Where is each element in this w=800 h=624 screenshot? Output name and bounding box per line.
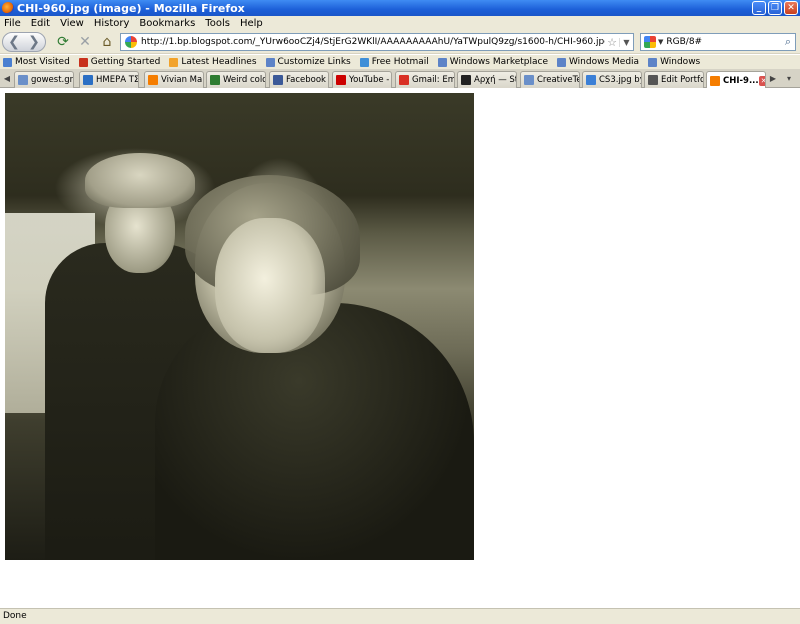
navigation-toolbar: ❮ ❯ ⟳ ✕ ⌂ http://1.bp.blogspot.com/_YUrw… [0, 30, 800, 54]
close-button[interactable]: ✕ [784, 1, 798, 15]
engine-dropdown-icon[interactable]: ▼ [658, 38, 663, 46]
bookmark-star-icon[interactable]: ☆ [605, 36, 619, 49]
tab-favicon-icon [710, 75, 720, 86]
tab-favicon-icon [461, 75, 471, 85]
back-forward-button[interactable]: ❮ ❯ [2, 32, 46, 52]
reload-icon[interactable]: ⟳ [54, 32, 72, 52]
search-icon[interactable]: ⌕ [781, 35, 795, 49]
bookmark-folder-icon [3, 57, 12, 67]
window-title: CHI-960.jpg (image) - Mozilla Firefox [17, 1, 245, 15]
bookmark-free-hotmail[interactable]: Free Hotmail [357, 57, 429, 67]
minimize-button[interactable]: _ [752, 1, 766, 15]
bookmark-most-visited[interactable]: Most Visited [0, 57, 70, 67]
tab-hmera[interactable]: ΗΜΕΡΑ ΤΣΗ ... [79, 71, 139, 88]
tab-favicon-icon [524, 75, 534, 85]
home-icon[interactable]: ⌂ [98, 32, 116, 52]
blogger-icon [148, 75, 158, 85]
tab-scroll-left-icon[interactable]: ◀ [2, 72, 12, 85]
bookmark-page-icon [265, 57, 275, 67]
tab-favicon-icon [83, 75, 93, 85]
menu-help[interactable]: Help [240, 18, 263, 29]
search-input[interactable]: RGB/8# [666, 37, 781, 47]
menu-edit[interactable]: Edit [31, 18, 50, 29]
tab-chi-960[interactable]: CHI-9...✕ [706, 71, 766, 89]
tab-favicon-icon [586, 75, 596, 85]
back-arrow-icon[interactable]: ❮ [4, 34, 24, 50]
menu-bookmarks[interactable]: Bookmarks [139, 18, 195, 29]
address-bar[interactable]: http://1.bp.blogspot.com/_YUrw6ooCZj4/St… [120, 33, 634, 51]
rss-icon [169, 57, 179, 67]
tab-youtube[interactable]: YouTube - U... [332, 71, 392, 88]
tab-gmail[interactable]: Gmail: Email ... [395, 71, 455, 88]
status-bar: Done [0, 608, 800, 624]
menu-history[interactable]: History [94, 18, 130, 29]
tab-gowest[interactable]: gowest.gr: ... [14, 71, 74, 88]
maximize-button[interactable]: ❐ [768, 1, 782, 15]
tab-favicon-icon [648, 75, 658, 85]
image-woman-face [215, 218, 325, 353]
bookmark-latest-headlines[interactable]: Latest Headlines [166, 57, 257, 67]
gmail-icon [399, 75, 409, 85]
search-bar[interactable]: ▼ RGB/8# ⌕ [640, 33, 796, 51]
image-woman-coat [155, 303, 474, 560]
forward-arrow-icon[interactable]: ❯ [24, 34, 44, 50]
tab-edit-portfolio[interactable]: Edit Portfoli... [644, 71, 704, 88]
tab-vivian-maier[interactable]: Vivian Maier... [144, 71, 204, 88]
tab-creativetec[interactable]: CreativeTec... [520, 71, 580, 88]
firefox-icon [2, 2, 14, 14]
tab-cs3[interactable]: CS3.jpg by i... [582, 71, 642, 88]
bookmark-getting-started[interactable]: Getting Started [76, 57, 160, 67]
tab-facebook[interactable]: Facebook | ... [269, 71, 329, 88]
tab-weird-colors[interactable]: Weird colors ... [206, 71, 266, 88]
tab-arxh[interactable]: Αρχή — Sto... [457, 71, 517, 88]
menu-bar: File Edit View History Bookmarks Tools H… [0, 16, 800, 30]
facebook-icon [273, 75, 283, 85]
window-controls: _ ❐ ✕ [752, 1, 798, 15]
title-bar: CHI-960.jpg (image) - Mozilla Firefox _ … [0, 0, 800, 16]
bookmark-windows-marketplace[interactable]: Windows Marketplace [435, 57, 548, 67]
bookmark-page-icon [556, 57, 566, 67]
stop-icon[interactable]: ✕ [76, 32, 94, 52]
bookmark-page-icon [78, 57, 88, 67]
bookmarks-toolbar: Most Visited Getting Started Latest Head… [0, 55, 800, 69]
menu-tools[interactable]: Tools [205, 18, 230, 29]
tab-list-icon[interactable]: ▾ [784, 72, 794, 85]
youtube-icon [336, 75, 346, 85]
bookmark-page-icon [437, 57, 447, 67]
google-icon[interactable] [644, 36, 656, 48]
displayed-image[interactable] [5, 93, 474, 560]
bookmark-windows-media[interactable]: Windows Media [554, 57, 639, 67]
tab-scroll-right-icon[interactable]: ▶ [768, 72, 778, 85]
menu-file[interactable]: File [4, 18, 21, 29]
tab-favicon-icon [18, 75, 28, 85]
url-text[interactable]: http://1.bp.blogspot.com/_YUrw6ooCZj4/St… [141, 37, 605, 47]
browser-window: CHI-960.jpg (image) - Mozilla Firefox _ … [0, 0, 800, 624]
bookmark-customize-links[interactable]: Customize Links [263, 57, 351, 67]
url-dropdown-icon[interactable]: ▼ [619, 37, 633, 47]
bookmark-windows[interactable]: Windows [645, 57, 700, 67]
bookmark-page-icon [648, 57, 658, 67]
image-man-hat [85, 153, 195, 208]
site-favicon-icon [125, 36, 137, 48]
tab-close-icon[interactable]: ✕ [758, 75, 765, 86]
msn-icon [359, 57, 369, 67]
tab-strip: ◀ gowest.gr: ... ΗΜΕΡΑ ΤΣΗ ... Vivian Ma… [0, 69, 800, 89]
menu-view[interactable]: View [60, 18, 84, 29]
page-content [0, 88, 800, 608]
tab-favicon-icon [210, 75, 220, 85]
